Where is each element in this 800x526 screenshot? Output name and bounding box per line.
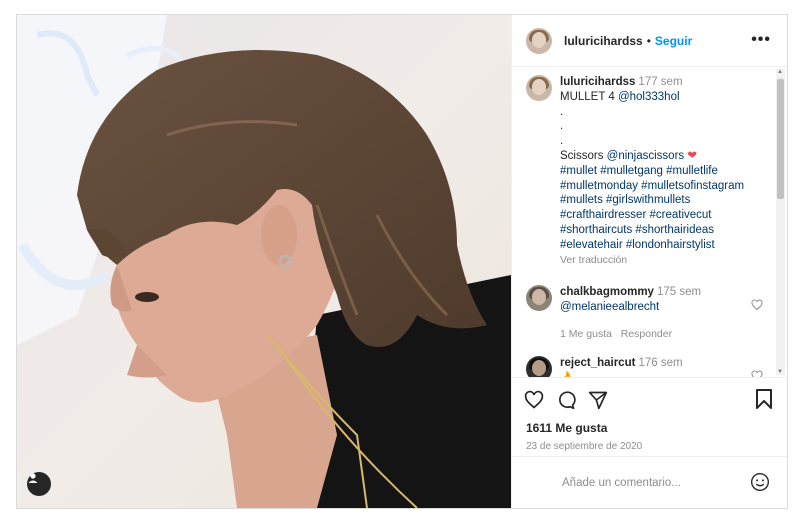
separator-dot: • [646, 33, 651, 48]
heart-emoji-icon: ❤ [687, 149, 698, 162]
comments-panel[interactable]: ▲ ▼ luluricihardss 177 sem MULLET 4 @hol3… [512, 67, 787, 377]
scrollbar-thumb[interactable] [777, 79, 784, 199]
post-modal: luluricihardss • Seguir ••• ▲ ▼ lulurici… [16, 14, 788, 509]
post-sidebar: luluricihardss • Seguir ••• ▲ ▼ lulurici… [511, 15, 787, 508]
like-icon[interactable] [524, 390, 544, 410]
username-link[interactable]: luluricihardss [564, 34, 643, 48]
scrollbar[interactable]: ▲ ▼ [776, 69, 785, 375]
avatar[interactable] [526, 355, 552, 377]
mention-link[interactable]: @ninjascissors [607, 150, 685, 162]
scroll-up-icon[interactable]: ▲ [777, 69, 783, 75]
comment-icon[interactable] [556, 390, 576, 410]
caption-line: MULLET 4 [560, 90, 615, 103]
comment-time[interactable]: 176 sem [638, 357, 682, 369]
user-icon [28, 473, 38, 483]
follow-button[interactable]: Seguir [655, 34, 692, 48]
comment-input[interactable] [562, 476, 732, 489]
comment-likes[interactable]: 1 Me gusta [560, 328, 612, 340]
emoji-icon[interactable] [750, 472, 770, 492]
caption-line: . [560, 135, 564, 148]
caption-time[interactable]: 177 sem [638, 76, 682, 88]
post-image [17, 15, 511, 508]
avatar[interactable] [526, 75, 552, 101]
post-photo[interactable] [17, 15, 511, 508]
avatar[interactable] [526, 285, 552, 312]
scroll-down-icon[interactable]: ▼ [777, 369, 783, 375]
like-comment-icon[interactable] [751, 299, 763, 311]
hashtag-line[interactable]: #shorthaircuts #shorthairideas [560, 223, 770, 238]
tagged-users-button[interactable] [27, 472, 51, 496]
post-date[interactable]: 23 de septiembre de 2020 [512, 435, 787, 452]
likes-count[interactable]: 1611 Me gusta [512, 421, 787, 435]
comment-item: reject_haircut176 sem 👌 [526, 355, 773, 377]
add-comment-bar [512, 456, 787, 508]
comment-username[interactable]: chalkbagmommy [560, 286, 654, 298]
comment-time[interactable]: 175 sem [657, 286, 701, 298]
bookmark-icon[interactable] [755, 389, 773, 414]
like-comment-icon[interactable] [751, 370, 763, 377]
caption-line: . [560, 105, 564, 118]
comment-username[interactable]: reject_haircut [560, 357, 635, 369]
hashtag-line[interactable]: #elevatehair #londonhairstylist [560, 238, 770, 253]
hashtag-line[interactable]: #crafthairdresser #creativecut [560, 208, 770, 223]
caption-line: . [560, 120, 564, 133]
share-icon[interactable] [588, 390, 608, 410]
more-options-icon[interactable]: ••• [751, 31, 771, 49]
caption-line: Scissors [560, 149, 604, 162]
action-bar [512, 377, 787, 421]
post-header: luluricihardss • Seguir ••• [512, 15, 787, 67]
caption-body: luluricihardss 177 sem MULLET 4 @hol333ho… [560, 75, 770, 267]
comment-item: chalkbagmommy 175 sem @melanieealbrecht 1… [526, 285, 773, 341]
comment-body: chalkbagmommy 175 sem @melanieealbrecht 1… [560, 285, 770, 341]
hashtag-line[interactable]: #mulletmonday #mulletsofinstagram [560, 179, 770, 194]
hashtag-line[interactable]: #mullets #girlswithmullets [560, 193, 770, 208]
comment-body: reject_haircut176 sem 👌 [560, 356, 770, 377]
comment-text[interactable]: @melanieealbrecht [560, 300, 770, 315]
avatar[interactable] [526, 27, 552, 54]
reply-button[interactable]: Responder [621, 328, 672, 340]
translate-link[interactable]: Ver traducción [560, 253, 770, 268]
caption-username[interactable]: luluricihardss [560, 76, 635, 88]
hashtag-line[interactable]: #mullet #mulletgang #mulletlife [560, 164, 770, 179]
caption: luluricihardss 177 sem MULLET 4 @hol333ho… [526, 75, 773, 267]
mention-link[interactable]: @hol333hol [618, 91, 680, 103]
